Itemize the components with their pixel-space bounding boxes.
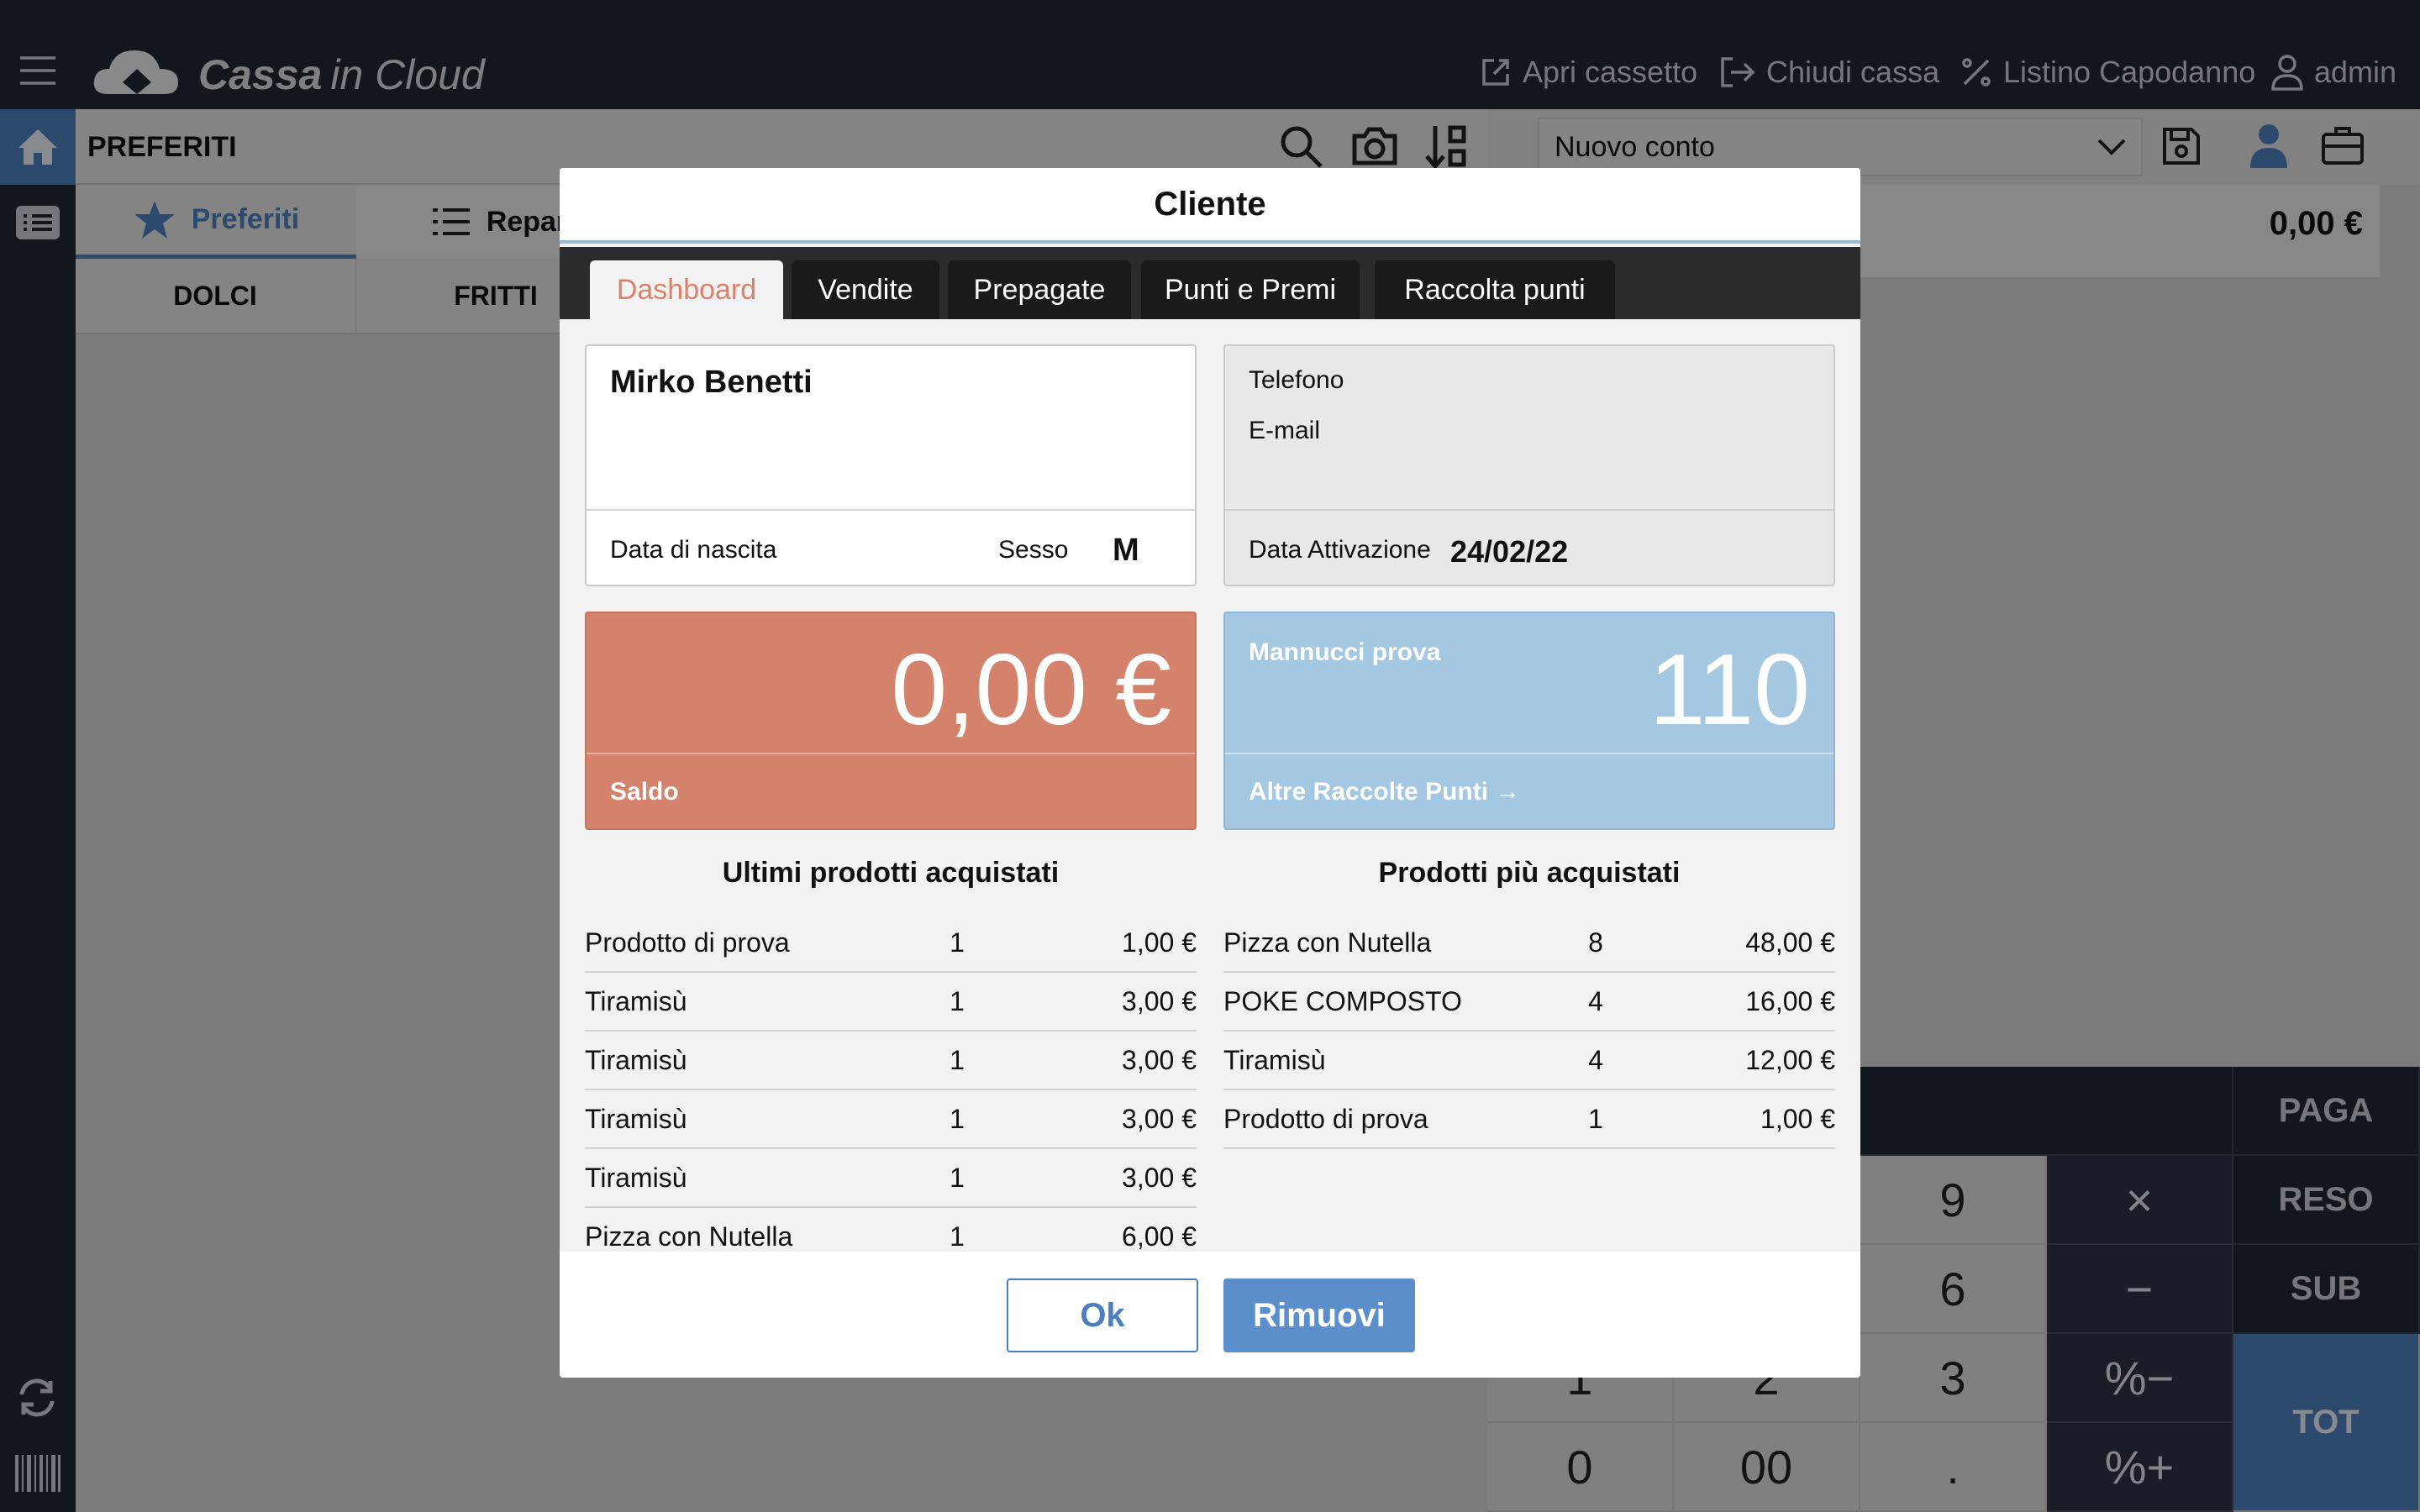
list-item: Tiramisù 1 3,00 € — [585, 1149, 1197, 1208]
dialog-title: Cliente — [560, 168, 1860, 244]
phone-label: Telefono — [1249, 366, 1344, 394]
ok-button[interactable]: Ok — [1007, 1278, 1198, 1352]
top-products-title: Prodotti più acquistati — [1378, 857, 1681, 889]
birth-date-label: Data di nascita — [610, 536, 777, 564]
list-item: Tiramisù 1 3,00 € — [585, 1090, 1197, 1149]
last-products-title: Ultimi prodotti acquistati — [722, 857, 1060, 889]
list-item: Prodotto di prova 1 1,00 € — [1223, 1090, 1835, 1149]
top-products-list: Pizza con Nutella 8 48,00 € POKE COMPOSTO 4… — [1223, 914, 1835, 1250]
dialog-tabs: Dashboard Vendite Prepagate Punti e Prem… — [560, 247, 1860, 319]
sex-value: M — [1113, 533, 1139, 568]
divider — [1225, 753, 1833, 754]
tab-punti-premi[interactable]: Punti e Premi — [1141, 260, 1360, 319]
points-program-name: Mannucci prova — [1249, 638, 1441, 666]
tab-dashboard[interactable]: Dashboard — [590, 260, 783, 319]
activation-value: 24/02/22 — [1450, 534, 1569, 569]
divider — [587, 509, 1195, 511]
list-item: Tiramisù 1 3,00 € — [585, 973, 1197, 1032]
list-item: Pizza con Nutella 1 6,00 € — [585, 1208, 1197, 1251]
remove-button[interactable]: Rimuovi — [1223, 1278, 1415, 1352]
points-value: 110 — [1649, 633, 1810, 746]
dialog-footer — [560, 1252, 1860, 1378]
balance-label: Saldo — [610, 778, 679, 806]
divider — [587, 753, 1195, 754]
sex-label: Sesso — [998, 536, 1069, 564]
other-points-link[interactable]: Altre Raccolte Punti → — [1249, 778, 1520, 806]
last-products-list: Prodotto di prova 1 1,00 € Tiramisù 1 3,00 €… — [585, 914, 1197, 1250]
contact-card: Telefono E-mail Data Attivazione 24/02/2… — [1223, 344, 1835, 586]
customer-dialog: Cliente Dashboard Vendite Prepagate Punt… — [560, 168, 1860, 1378]
points-card: Mannucci prova 110 Altre Raccolte Punti … — [1223, 612, 1835, 830]
divider — [1225, 509, 1833, 511]
balance-card: 0,00 € Saldo — [585, 612, 1197, 830]
email-label: E-mail — [1249, 417, 1321, 444]
list-item: Tiramisù 1 3,00 € — [585, 1032, 1197, 1090]
customer-card: Mirko Benetti Data di nascita Sesso M — [585, 344, 1197, 586]
list-item: Tiramisù 4 12,00 € — [1223, 1032, 1835, 1090]
tab-prepagate[interactable]: Prepagate — [948, 260, 1131, 319]
tab-vendite[interactable]: Vendite — [792, 260, 939, 319]
list-item: Pizza con Nutella 8 48,00 € — [1223, 914, 1835, 973]
tab-raccolta-punti[interactable]: Raccolta punti — [1375, 260, 1615, 319]
activation-label: Data Attivazione — [1249, 536, 1431, 564]
list-item: POKE COMPOSTO 4 16,00 € — [1223, 973, 1835, 1032]
balance-amount: 0,00 € — [891, 633, 1171, 746]
list-item: Prodotto di prova 1 1,00 € — [585, 914, 1197, 973]
customer-name: Mirko Benetti — [610, 365, 813, 400]
